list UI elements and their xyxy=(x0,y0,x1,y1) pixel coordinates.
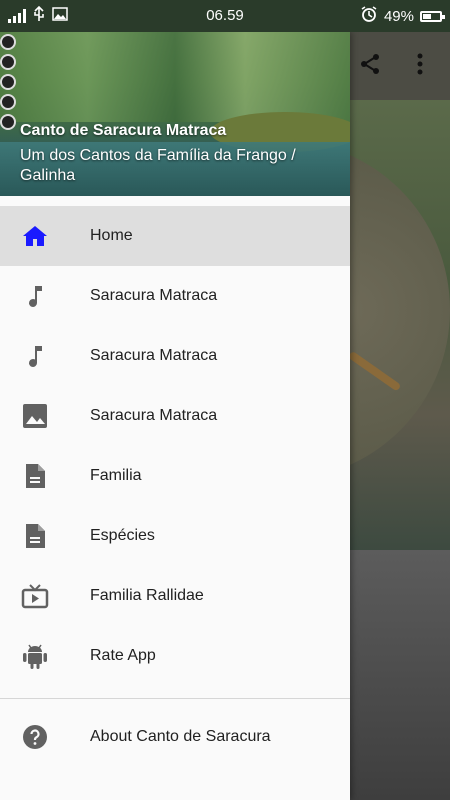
app-logo xyxy=(0,34,18,164)
app-toolbar xyxy=(350,32,450,100)
battery-percent: 49% xyxy=(383,7,414,25)
drawer-item-label: Saracura Matraca xyxy=(90,407,218,424)
share-icon[interactable] xyxy=(358,52,382,82)
help-icon xyxy=(0,724,90,750)
app-lower-content xyxy=(350,550,450,800)
android-icon xyxy=(0,642,90,670)
bird-photo xyxy=(110,100,450,550)
drawer-divider xyxy=(0,698,350,699)
drawer-item-about[interactable]: About Canto de Saracura xyxy=(0,707,350,767)
alarm-icon xyxy=(360,5,378,27)
drawer-item-label: Familia xyxy=(90,467,142,484)
drawer-item-saracura-audio-2[interactable]: Saracura Matraca xyxy=(0,326,350,386)
more-vert-icon[interactable] xyxy=(416,52,424,82)
drawer-header: Canto de Saracura Matraca Um dos Cantos … xyxy=(0,32,350,196)
drawer-item-label: Saracura Matraca xyxy=(90,287,218,304)
drawer-item-familia-rallidae[interactable]: Familia Rallidae xyxy=(0,566,350,626)
music-note-icon xyxy=(0,284,90,308)
document-icon xyxy=(0,463,90,489)
navigation-drawer: Canto de Saracura Matraca Um dos Cantos … xyxy=(0,32,350,800)
drawer-item-home[interactable]: Home xyxy=(0,206,350,266)
drawer-item-saracura-image[interactable]: Saracura Matraca xyxy=(0,386,350,446)
music-note-icon xyxy=(0,344,90,368)
drawer-item-label: Saracura Matraca xyxy=(90,347,218,364)
drawer-menu: Home Saracura Matraca Saracura Matraca S… xyxy=(0,206,350,767)
drawer-item-label: Home xyxy=(90,227,133,244)
drawer-item-rate-app[interactable]: Rate App xyxy=(0,626,350,686)
drawer-item-saracura-audio-1[interactable]: Saracura Matraca xyxy=(0,266,350,326)
drawer-subtitle: Um dos Cantos da Família da Frango / Gal… xyxy=(20,147,296,184)
drawer-title: Canto de Saracura Matraca xyxy=(20,122,227,139)
status-bar: 06.59 49% xyxy=(0,0,450,32)
battery-icon xyxy=(420,10,445,22)
image-icon xyxy=(0,403,90,429)
drawer-item-label: Rate App xyxy=(90,647,156,664)
drawer-item-label: Espécies xyxy=(90,527,155,544)
drawer-item-label: About Canto de Saracura xyxy=(90,728,271,745)
drawer-item-familia[interactable]: Familia xyxy=(0,446,350,506)
document-icon xyxy=(0,523,90,549)
drawer-item-label: Familia Rallidae xyxy=(90,587,204,604)
header-background-image xyxy=(0,32,350,122)
tv-icon xyxy=(0,583,90,609)
drawer-item-especies[interactable]: Espécies xyxy=(0,506,350,566)
home-icon xyxy=(0,224,90,248)
